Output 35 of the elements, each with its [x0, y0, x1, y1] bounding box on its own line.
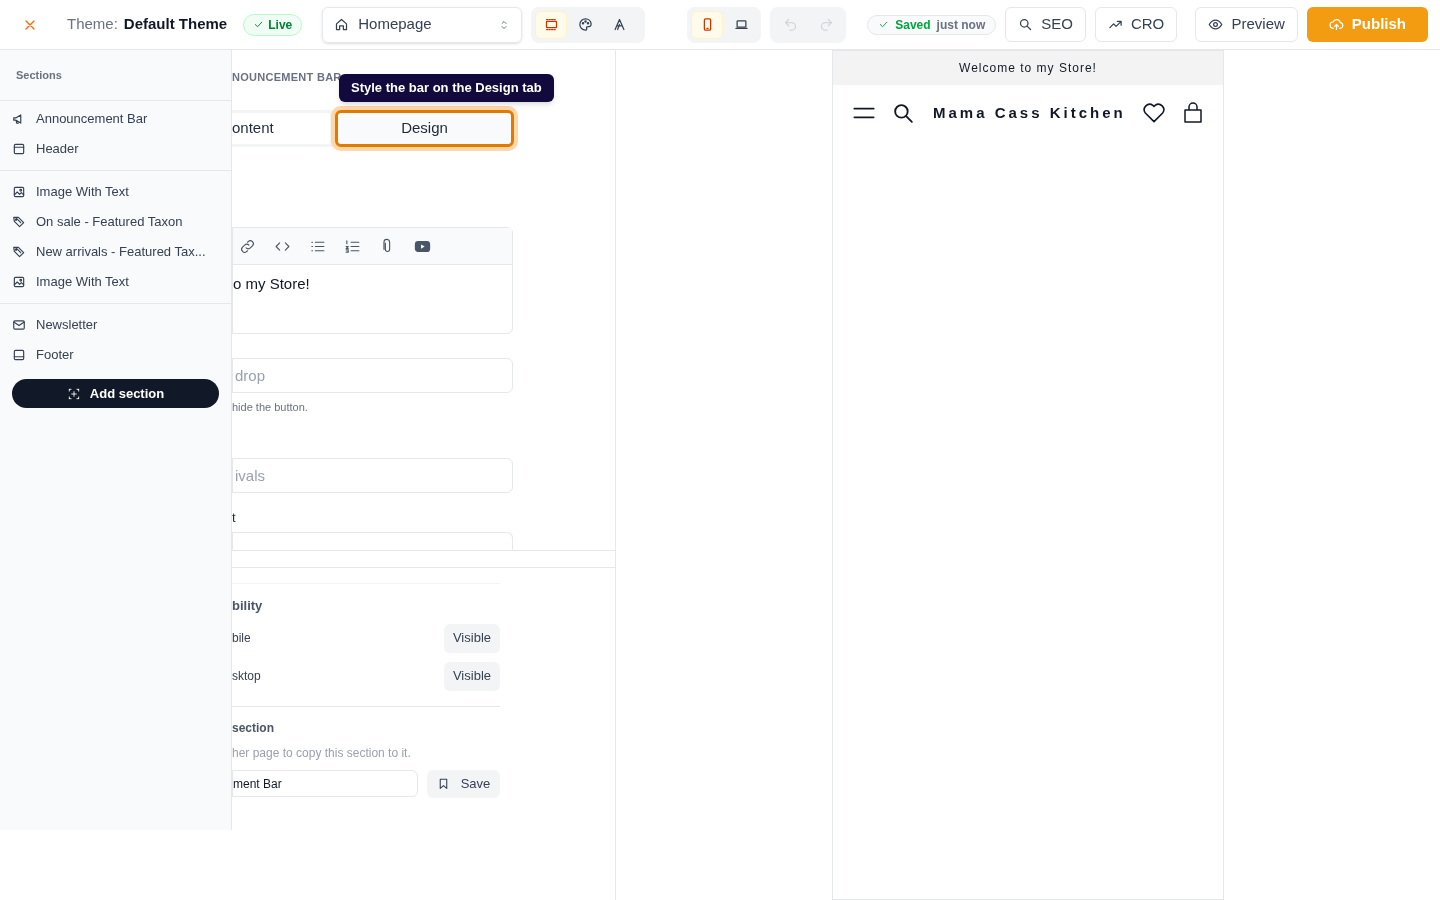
- hint-text: her page to copy this section to it.: [232, 744, 411, 762]
- sidebar-heading: Sections: [0, 50, 231, 101]
- helper-text: hide the button.: [232, 400, 309, 415]
- theme-name: Default Theme: [123, 14, 228, 35]
- page-select[interactable]: Homepage: [322, 6, 523, 43]
- visibility-button[interactable]: Visible: [443, 661, 500, 691]
- text-field[interactable]: ivals: [232, 457, 513, 493]
- add-section-button[interactable]: Add section: [12, 379, 219, 408]
- save-button[interactable]: Save: [427, 769, 500, 798]
- field-label: t: [232, 508, 236, 527]
- section-item[interactable]: Announcement Bar: [0, 104, 231, 134]
- text-field[interactable]: drop: [232, 358, 513, 393]
- page-input[interactable]: ment Bar: [232, 770, 418, 797]
- group-heading: bility: [232, 597, 263, 615]
- device-label: bile: [232, 630, 251, 647]
- section-item[interactable]: New arrivals - Featured Tax...: [0, 237, 231, 267]
- section-item[interactable]: Image With Text: [0, 267, 231, 297]
- section-item[interactable]: Newsletter: [0, 310, 231, 340]
- save-status: Saved just now: [867, 14, 997, 35]
- group-heading: section: [232, 719, 274, 737]
- rich-text-editor[interactable]: o my Store!: [232, 227, 513, 334]
- device-label: sktop: [232, 668, 261, 685]
- section-item[interactable]: Header: [0, 134, 231, 164]
- announcement-bar: Welcome to my Store!: [833, 51, 1223, 85]
- theme-label: Theme:: [67, 14, 118, 35]
- section-item[interactable]: On sale - Featured Taxon: [0, 207, 231, 237]
- section-item[interactable]: Footer: [0, 340, 231, 370]
- panel-tab[interactable]: ontent: [232, 113, 330, 144]
- seo-button[interactable]: SEO: [1005, 7, 1086, 42]
- live-badge: Live: [243, 13, 303, 36]
- visibility-button[interactable]: Visible: [443, 623, 500, 653]
- cro-button[interactable]: CRO: [1094, 7, 1178, 42]
- section-item[interactable]: Image With Text: [0, 177, 231, 207]
- store-name: Mama Cass Kitchen: [933, 102, 1127, 123]
- preview-button[interactable]: Preview: [1195, 7, 1298, 42]
